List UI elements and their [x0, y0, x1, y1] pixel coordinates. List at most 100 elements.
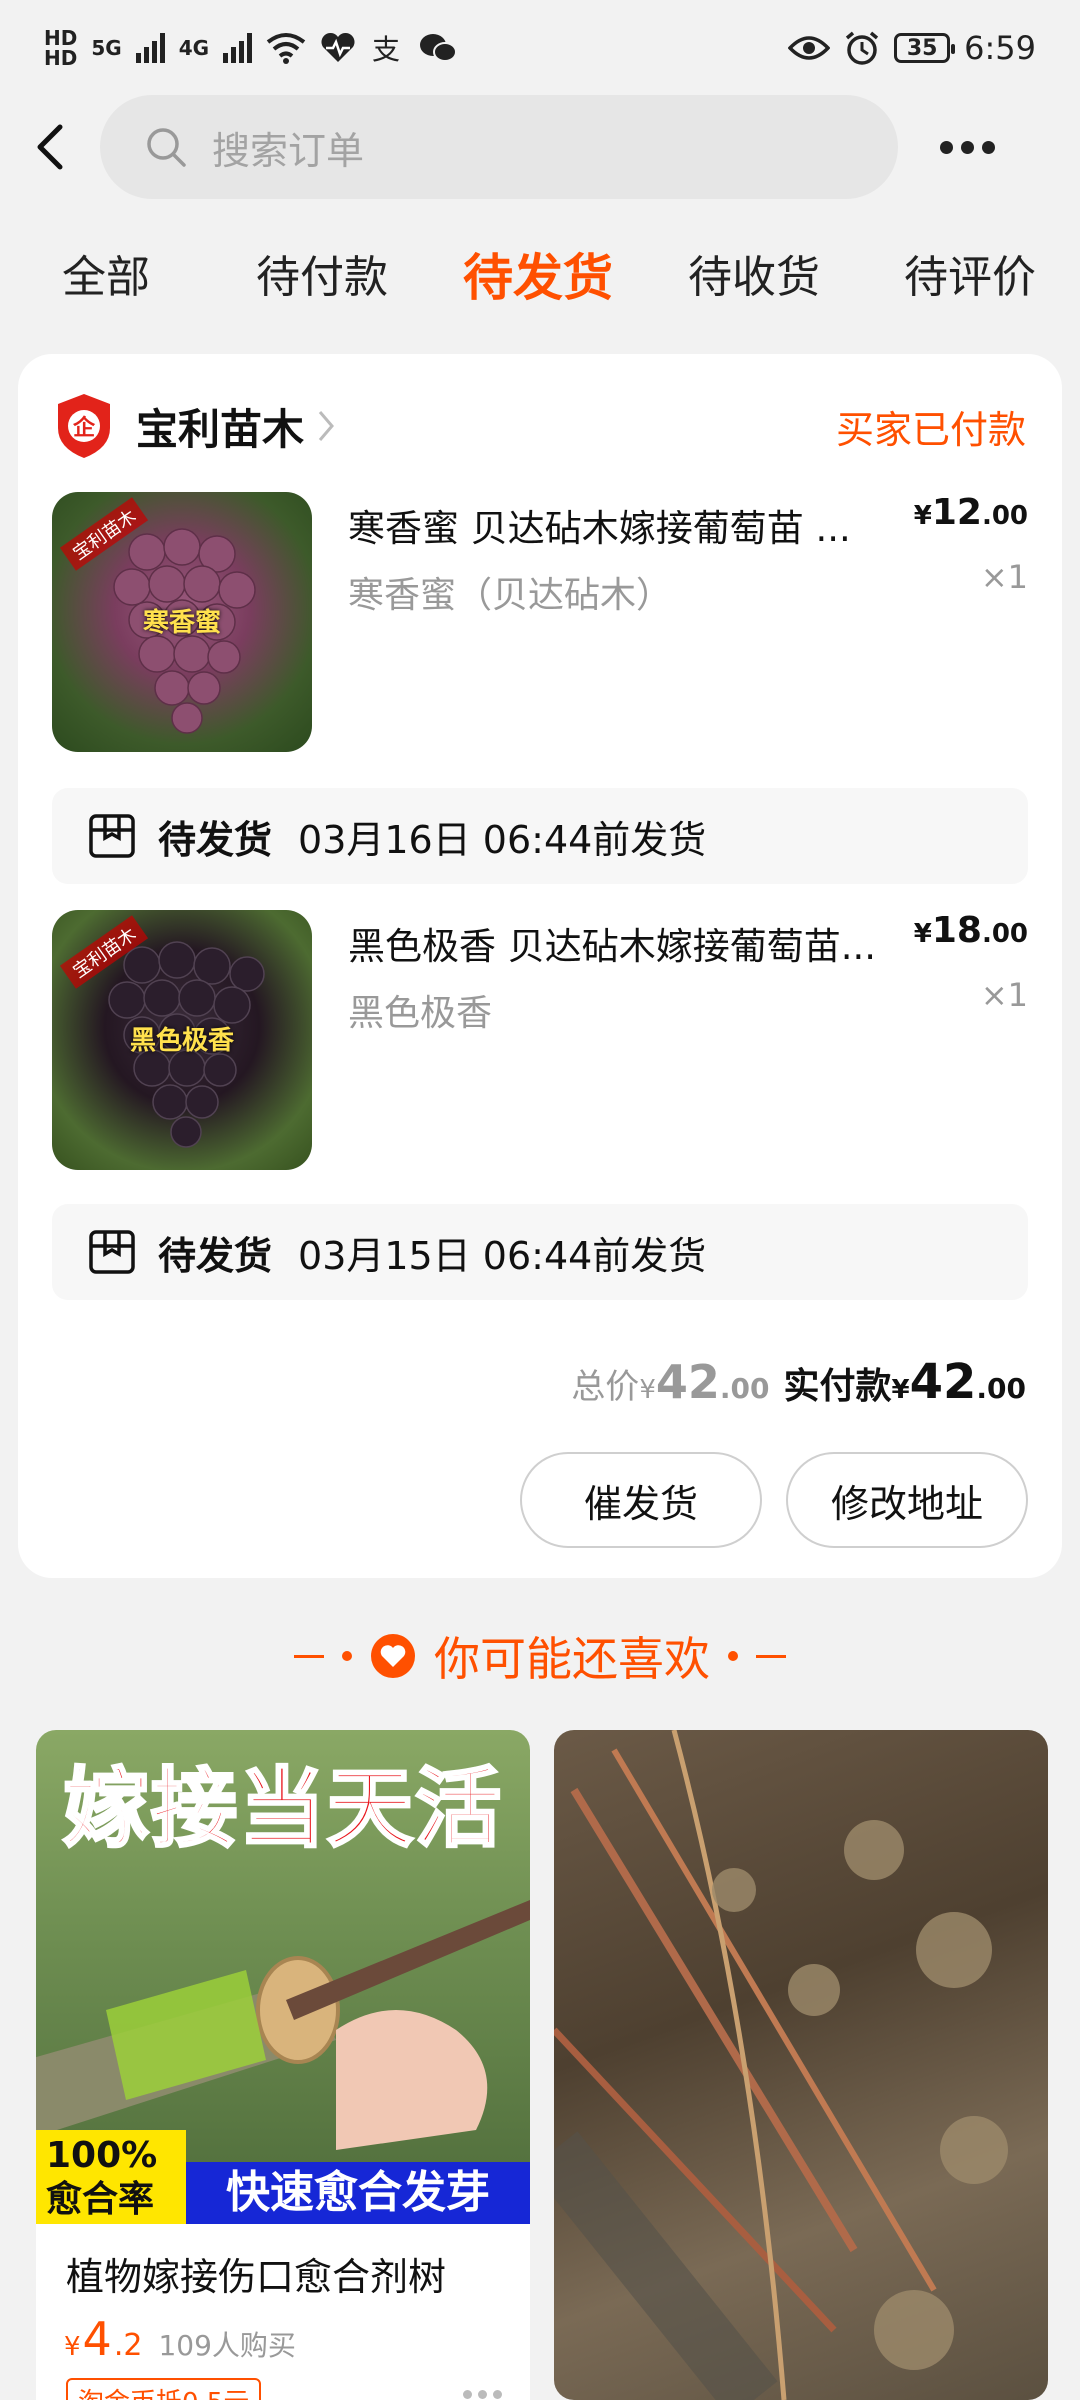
price-currency: ¥: [913, 501, 932, 531]
coupon-tag: 淘金币抵0.5元: [66, 2378, 262, 2400]
more-dot: [940, 140, 953, 154]
item-quantity: ×1: [980, 558, 1028, 596]
item-sku: 黑色极香: [348, 993, 493, 1034]
more-dot: [493, 2390, 502, 2399]
tab-all[interactable]: 全部: [62, 236, 150, 320]
order-tabs: 全部 待付款 待发货 待收货 待评价: [0, 236, 1080, 320]
package-box-icon: [89, 814, 135, 858]
eye-icon: [788, 36, 831, 60]
more-dot: [961, 140, 974, 154]
shipping-deadline-row: 待发货 03月16日 06:44前发货: [52, 788, 1028, 884]
product-image[interactable]: [554, 1730, 1048, 2400]
more-dot: [982, 140, 995, 154]
more-dot: [478, 2390, 487, 2399]
vine-seedlings-photo: [554, 1730, 1008, 2400]
alarm-icon: [846, 31, 879, 65]
total-label: 总价: [571, 1367, 640, 1407]
item-price: ¥12.00: [914, 492, 1028, 533]
chevron-right-icon: [318, 411, 334, 441]
tab-pending-review[interactable]: 待评价: [904, 236, 1036, 320]
recommend-product-card[interactable]: 嫁接当天活 100% 愈合率 快速愈合发芽 植物嫁接伤口愈合剂树 ¥ 4 .2 …: [36, 1730, 530, 2400]
recommend-product-card[interactable]: [554, 1730, 1048, 2400]
product-price-currency: ¥: [64, 2332, 81, 2362]
price-currency: ¥: [913, 919, 932, 949]
item-quantity: ×1: [980, 976, 1028, 1014]
hd1-text: HD: [44, 26, 78, 50]
search-placeholder: 搜索订单: [212, 128, 365, 173]
back-button[interactable]: [0, 92, 100, 202]
heading-decoration: [342, 1651, 352, 1661]
heart-icon: [371, 1634, 415, 1678]
product-badge-fast-heal: 快速愈合发芽: [186, 2162, 530, 2224]
signal-icon-2: [223, 33, 253, 63]
back-arrow-icon: [37, 124, 63, 170]
product-badge-heal-rate: 100% 愈合率: [36, 2130, 186, 2224]
paid-currency: ¥: [891, 1375, 910, 1405]
card-more-button[interactable]: [463, 2390, 502, 2399]
enterprise-shield-icon: 企: [58, 394, 110, 458]
battery-icon: 35: [894, 33, 956, 63]
tab-pending-shipment[interactable]: 待发货: [463, 236, 613, 320]
order-status: 买家已付款: [835, 407, 1026, 452]
product-thumbnail[interactable]: 宝利苗木 寒香蜜: [52, 492, 312, 752]
search-input[interactable]: 搜索订单: [100, 95, 898, 199]
clock: 6:59: [964, 29, 1036, 67]
order-item[interactable]: 宝利苗木 黑色极香 黑色极香 贝达砧木嫁接葡萄苗... 黑色极香 ¥18.00 …: [52, 910, 1028, 1172]
total-currency: ¥: [639, 1375, 656, 1405]
total-int: 42: [655, 1355, 720, 1409]
status-left: HD HD 5G 4G 支: [44, 28, 458, 68]
product-thumbnail[interactable]: 宝利苗木 黑色极香: [52, 910, 312, 1170]
ship-status-label: 待发货: [158, 817, 273, 862]
net2-text: 4G: [178, 36, 210, 60]
order-item[interactable]: 宝利苗木 寒香蜜 寒香蜜 贝达砧木嫁接葡萄苗 ... 寒香蜜（贝达砧木） ¥12…: [52, 492, 1028, 754]
search-icon: [147, 128, 186, 167]
total-dec: .00: [719, 1372, 770, 1405]
ship-deadline-text: 03月16日 06:44前发货: [298, 817, 707, 862]
heading-decoration: [756, 1654, 786, 1658]
item-title[interactable]: 寒香蜜 贝达砧木嫁接葡萄苗 ...: [348, 498, 908, 552]
recommend-heading: 你可能还喜欢: [0, 1616, 1080, 1696]
net1-text: 5G: [91, 36, 122, 60]
price-dec: .00: [981, 919, 1028, 949]
hd-indicator: HD HD: [44, 28, 77, 68]
product-banner-text: 嫁接当天活: [62, 1758, 503, 1861]
product-sales-count: 109人购买: [158, 2329, 296, 2362]
price-int: 12: [931, 492, 982, 533]
heading-decoration: [728, 1651, 738, 1661]
thumb-label: 黑色极香: [129, 1026, 234, 1056]
paid-dec: .00: [976, 1372, 1026, 1405]
tab-pending-receipt[interactable]: 待收货: [688, 236, 820, 320]
more-options-button[interactable]: [940, 117, 995, 177]
shipping-deadline-row: 待发货 03月15日 06:44前发货: [52, 1204, 1028, 1300]
edit-address-button[interactable]: 修改地址: [786, 1452, 1028, 1548]
product-price-int: 4: [82, 2312, 112, 2366]
order-total-row: 总价 ¥ 42 .00 实付款 ¥ 42 .00: [571, 1354, 1026, 1410]
thumb-label: 寒香蜜: [142, 608, 221, 638]
status-right: 35 6:59: [788, 29, 1036, 67]
status-bar: HD HD 5G 4G 支 35 6:59: [0, 0, 1080, 96]
search-header: 搜索订单: [0, 92, 1080, 202]
item-sku: 寒香蜜（贝达砧木）: [348, 575, 673, 616]
shop-name[interactable]: 宝利苗木: [136, 396, 304, 457]
price-int: 18: [931, 910, 982, 951]
item-price: ¥18.00: [914, 910, 1028, 951]
battery-level: 35: [906, 35, 938, 61]
paid-int: 42: [909, 1354, 977, 1410]
urge-shipment-button[interactable]: 催发货: [520, 1452, 762, 1548]
order-card[interactable]: 企 宝利苗木 买家已付款 宝利苗木 寒香蜜 寒香蜜 贝达砧木嫁接葡萄苗 ... …: [18, 354, 1062, 1578]
more-dot: [463, 2390, 472, 2399]
shop-row[interactable]: 企 宝利苗木 买家已付款: [54, 384, 1026, 468]
heading-decoration: [294, 1654, 324, 1658]
product-image[interactable]: 嫁接当天活 100% 愈合率 快速愈合发芽: [36, 1730, 530, 2224]
product-name[interactable]: 植物嫁接伤口愈合剂树: [66, 2246, 446, 2301]
paid-label: 实付款: [783, 1366, 892, 1407]
hd2-text: HD: [44, 46, 78, 70]
wechat-icon: [420, 34, 458, 62]
wifi-icon: [266, 33, 306, 64]
item-title[interactable]: 黑色极香 贝达砧木嫁接葡萄苗...: [348, 916, 908, 970]
recommend-title: 你可能还喜欢: [434, 1632, 710, 1686]
price-dec: .00: [981, 501, 1028, 531]
tab-pending-payment[interactable]: 待付款: [256, 236, 388, 320]
ship-deadline-text: 03月15日 06:44前发货: [298, 1233, 707, 1278]
svg-text:支: 支: [372, 33, 400, 65]
